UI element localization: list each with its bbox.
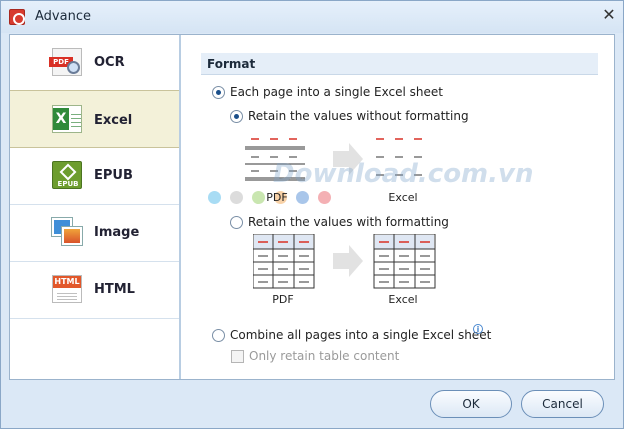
arrow-right-icon [333,143,363,175]
window-title: Advance [35,9,91,24]
label-with-formatting: Retain the values with formatting [248,215,449,229]
radio-with-formatting[interactable] [230,216,243,229]
sidebar-item-label: OCR [94,55,125,70]
excel-formatted-table [373,234,436,289]
html-icon: HTML [52,275,82,303]
section-header-format: Format [201,53,598,75]
advance-dialog: Advance ✕ PDF OCR X Excel EPUB EPUB Imag… [0,0,624,429]
title-bar: Advance ✕ [1,1,623,33]
cancel-button[interactable]: Cancel [521,390,604,418]
sidebar-item-label: Image [94,225,140,240]
format-panel: Format Each page into a single Excel she… [183,35,614,379]
label-combine-pages: Combine all pages into a single Excel sh… [230,328,492,342]
sidebar-item-image[interactable]: Image [10,205,179,262]
sidebar: PDF OCR X Excel EPUB EPUB Image HTML HTM… [10,35,181,379]
arrow-right-icon [333,245,363,277]
excel-icon: X [52,105,82,133]
app-icon [9,9,25,25]
caption-excel: Excel [388,293,418,306]
caption-excel: Excel [388,191,418,204]
sidebar-item-excel[interactable]: X Excel [10,90,179,148]
watermark-dot [252,191,265,204]
epub-icon: EPUB [52,161,82,189]
label-without-formatting: Retain the values without formatting [248,109,469,123]
watermark-dot [208,191,221,204]
caption-pdf: PDF [272,293,294,306]
caption-pdf: PDF [266,191,288,204]
watermark-dot [318,191,331,204]
radio-each-page[interactable] [212,86,225,99]
sidebar-item-epub[interactable]: EPUB EPUB [10,148,179,205]
sidebar-item-html[interactable]: HTML HTML [10,262,179,319]
pdf-formatted-table [253,234,315,289]
pdf-plain-table [245,138,305,181]
watermark-dot [296,191,309,204]
content-area: PDF OCR X Excel EPUB EPUB Image HTML HTM… [9,34,615,380]
sidebar-item-label: HTML [94,282,135,297]
illustration-formatted-conversion [253,234,436,289]
label-only-table: Only retain table content [249,349,400,363]
image-icon [52,218,82,246]
radio-combine-pages[interactable] [212,329,225,342]
sidebar-item-ocr[interactable]: PDF OCR [10,35,179,92]
ocr-icon: PDF [49,48,82,76]
watermark-dot [230,191,243,204]
illustration-plain-conversion [245,138,422,181]
sidebar-item-label: Excel [94,113,133,128]
close-button[interactable]: ✕ [599,5,619,25]
radio-without-formatting[interactable] [230,110,243,123]
info-icon[interactable]: i [473,324,483,334]
only-table-checkbox[interactable] [231,350,244,363]
ok-button[interactable]: OK [430,390,512,418]
label-each-page: Each page into a single Excel sheet [230,85,443,99]
sidebar-item-label: EPUB [94,168,133,183]
excel-plain-table [376,138,422,176]
